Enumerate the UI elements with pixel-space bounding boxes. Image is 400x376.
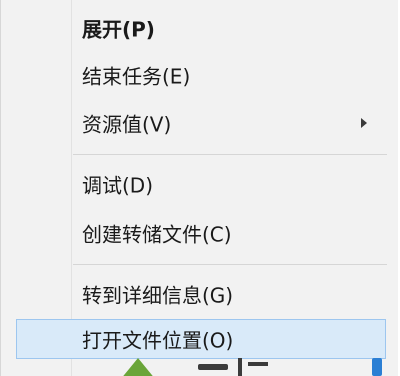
- menu-item-create-dump-file-label: 创建转储文件(C): [82, 222, 232, 247]
- watermark-arrow-icon: [120, 358, 156, 376]
- menu-item-resource-values-label: 资源值(V): [82, 112, 172, 137]
- menu-separator: [73, 154, 387, 155]
- menu-item-resource-values[interactable]: 资源值(V): [1, 103, 399, 143]
- chevron-right-icon: [361, 118, 367, 128]
- context-menu: 展开(P) 结束任务(E) 资源值(V) 调试(D) 创建转储文件(C) 转到详…: [0, 0, 398, 376]
- watermark-logo-icon: [110, 352, 400, 376]
- menu-item-debug-label: 调试(D): [82, 173, 154, 198]
- menu-item-debug[interactable]: 调试(D): [1, 164, 399, 204]
- menu-item-go-to-details[interactable]: 转到详细信息(G): [1, 274, 399, 314]
- menu-item-expand[interactable]: 展开(P): [1, 8, 399, 48]
- menu-item-end-task-label: 结束任务(E): [82, 64, 191, 89]
- menu-item-create-dump-file[interactable]: 创建转储文件(C): [1, 213, 399, 253]
- menu-item-open-file-location-label: 打开文件位置(O): [82, 328, 234, 353]
- menu-separator: [73, 264, 387, 265]
- menu-item-go-to-details-label: 转到详细信息(G): [82, 283, 234, 308]
- menu-item-expand-label: 展开(P): [82, 17, 155, 42]
- menu-item-end-task[interactable]: 结束任务(E): [1, 55, 399, 95]
